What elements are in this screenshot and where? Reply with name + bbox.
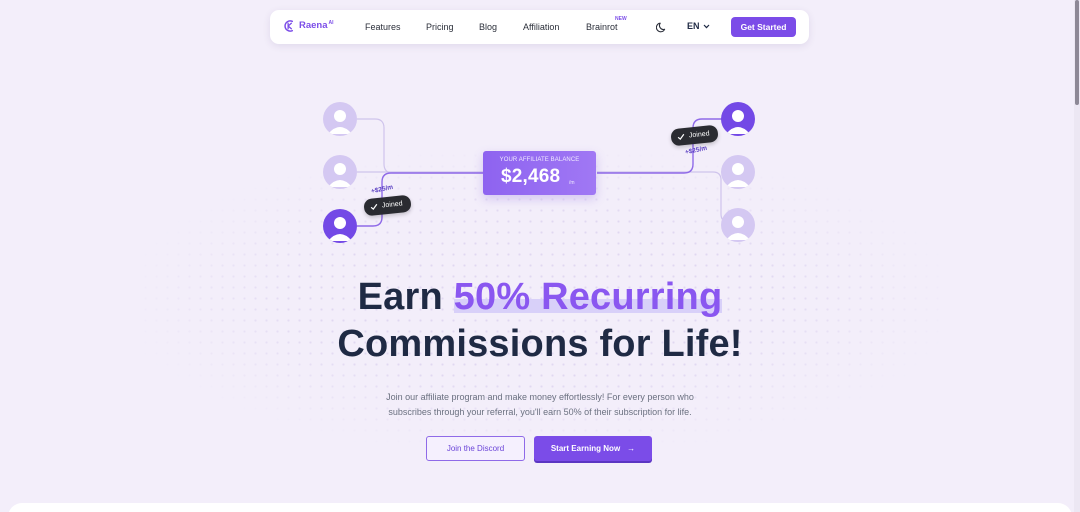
user-icon — [726, 163, 750, 187]
hero-subtext-line2: subscribes through your referral, you'll… — [388, 407, 692, 417]
join-discord-button[interactable]: Join the Discord — [426, 436, 525, 461]
joined-label: Joined — [688, 130, 710, 140]
check-icon — [370, 203, 378, 210]
referral-avatar — [721, 208, 755, 242]
user-icon — [328, 217, 352, 241]
start-earning-button[interactable]: Start Earning Now → — [534, 436, 652, 461]
user-icon — [328, 110, 352, 134]
referral-avatar-active — [323, 209, 357, 243]
referral-avatar — [323, 102, 357, 136]
headline-prefix: Earn — [357, 276, 454, 318]
hero-headline-line1: Earn 50% Recurring — [0, 276, 1080, 319]
headline-accent: 50% Recurring — [453, 276, 723, 318]
balance-label: YOUR AFFILIATE BALANCE — [499, 157, 580, 163]
balance-value: $2,468 — [501, 166, 561, 187]
referral-avatar-active — [721, 102, 755, 136]
joined-label: Joined — [381, 200, 403, 210]
referral-avatar — [323, 155, 357, 189]
next-section-panel — [8, 503, 1072, 512]
user-icon — [726, 110, 750, 134]
start-earning-label: Start Earning Now — [550, 444, 621, 453]
affiliate-balance-card: YOUR AFFILIATE BALANCE $2,468 /m — [483, 151, 596, 195]
balance-unit: /m — [569, 180, 575, 186]
user-icon — [726, 216, 750, 240]
hero-headline-line2: Commissions for Life! — [337, 323, 743, 365]
user-icon — [328, 163, 352, 187]
hero-subtext: Join our affiliate program and make mone… — [340, 390, 740, 420]
hero-subtext-line1: Join our affiliate program and make mone… — [386, 392, 694, 402]
check-icon — [677, 133, 685, 140]
referral-avatar — [721, 155, 755, 189]
arrow-right-icon: → — [627, 444, 636, 453]
